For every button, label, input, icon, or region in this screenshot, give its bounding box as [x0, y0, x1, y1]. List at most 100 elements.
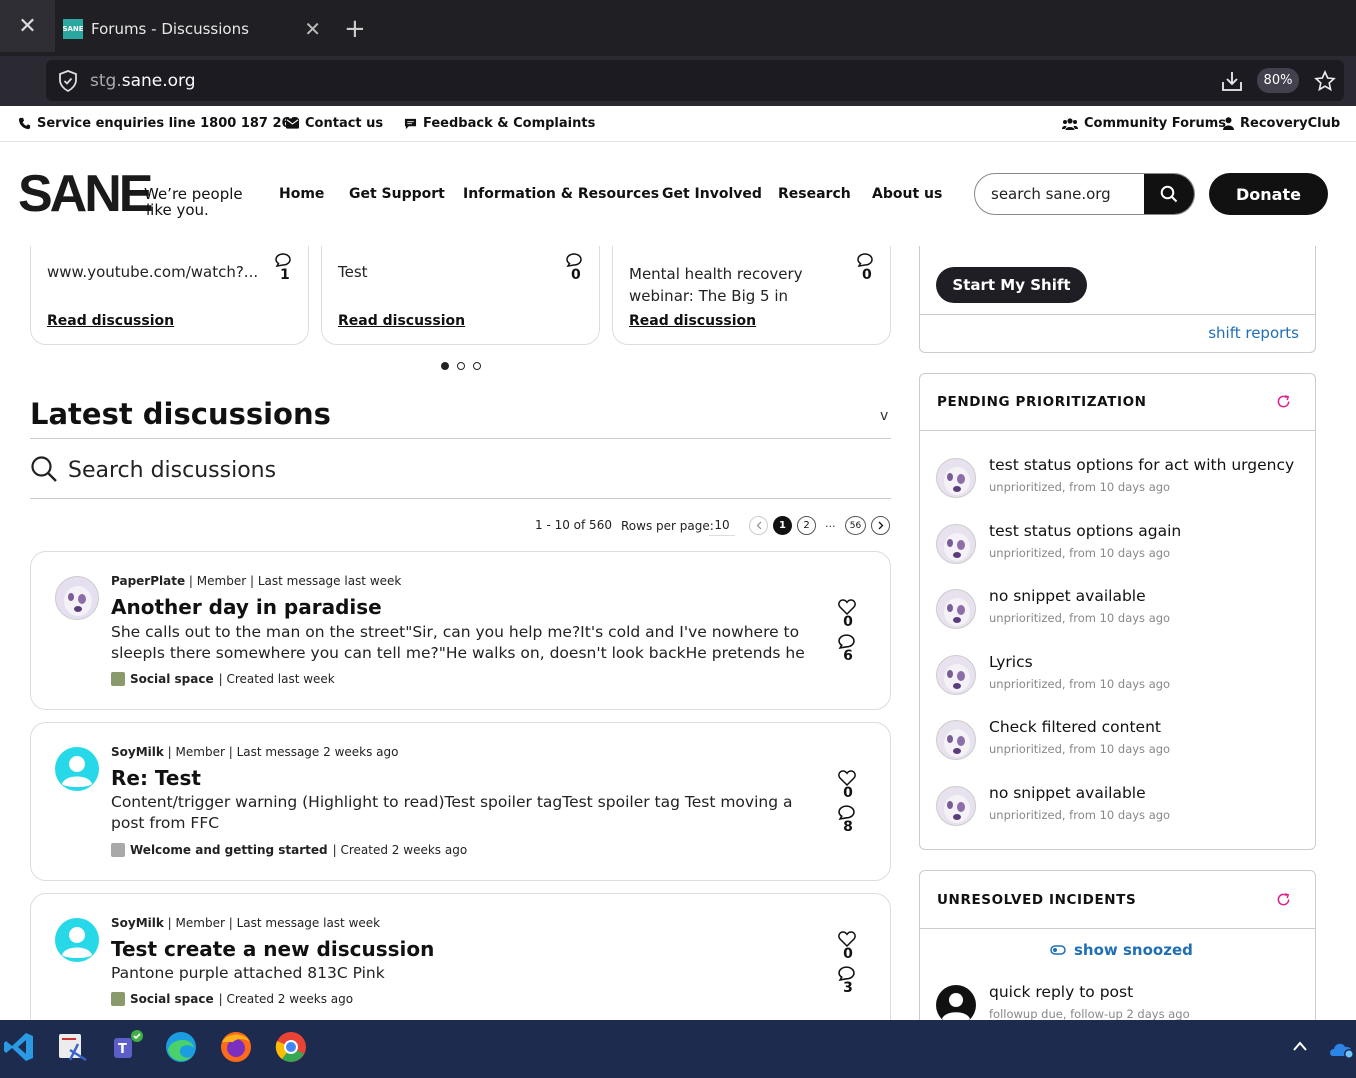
close-icon[interactable]: ✕ — [0, 0, 55, 52]
contact-link[interactable]: Contact us — [286, 116, 383, 131]
discussion-title[interactable]: Another day in paradise — [111, 595, 382, 619]
shift-reports-link[interactable]: shift reports — [1208, 324, 1299, 342]
comment-icon[interactable] — [838, 966, 858, 981]
chevron-up-icon[interactable] — [1292, 1040, 1308, 1052]
discussion-snippet: She calls out to the man on the street"S… — [111, 623, 805, 662]
toggle-icon — [1050, 945, 1066, 955]
collapse-toggle[interactable]: v — [880, 408, 888, 424]
tab-close-icon[interactable]: ✕ — [304, 17, 321, 41]
rows-per-page-select[interactable]: 10 — [709, 514, 735, 536]
community-forums-link[interactable]: Community Forums — [1062, 116, 1226, 131]
firefox-icon[interactable] — [219, 1030, 253, 1064]
avatar — [936, 589, 976, 630]
discussion-title[interactable]: Re: Test — [111, 766, 201, 790]
download-icon[interactable] — [1221, 70, 1243, 92]
sane-logo[interactable]: SANE — [18, 168, 153, 220]
nav-home[interactable]: Home — [279, 186, 324, 202]
author-name[interactable]: SoyMilk — [111, 745, 164, 759]
nav-research[interactable]: Research — [778, 186, 851, 202]
heart-icon[interactable] — [838, 599, 858, 615]
comment-icon[interactable] — [838, 634, 858, 649]
recovery-club-link[interactable]: RecoveryClub — [1223, 116, 1340, 131]
refresh-icon[interactable] — [1276, 892, 1291, 907]
utility-bar: Service enquiries line 1800 187 263 Cont… — [0, 106, 1356, 142]
discussion-card[interactable]: PaperPlate | Member | Last message last … — [30, 551, 891, 710]
carousel-card[interactable]: www.youtube.com/watch?... 1 Read discuss… — [30, 246, 309, 345]
discussion-title[interactable]: Test create a new discussion — [111, 937, 434, 961]
search-icon — [1160, 185, 1178, 203]
site-search-input[interactable]: search sane.org — [975, 174, 1144, 214]
meta-text: | Member | Last message last week — [163, 916, 381, 930]
url-field[interactable]: stg. sane.org — [46, 60, 1344, 101]
heart-icon[interactable] — [838, 770, 858, 786]
page-button[interactable]: 56 — [845, 516, 866, 535]
comment-icon — [857, 253, 873, 267]
avatar — [55, 918, 99, 962]
discussion-card[interactable]: SoyMilk | Member | Last message last wee… — [30, 893, 891, 1020]
pending-item-subtitle: unprioritized, from 10 days ago — [989, 611, 1171, 626]
nav-about-us[interactable]: About us — [872, 186, 942, 202]
prev-page-button[interactable] — [749, 516, 768, 535]
vscode-icon[interactable] — [2, 1030, 36, 1064]
carousel-card[interactable]: Mental health recovery webinar: The Big … — [612, 246, 891, 345]
author-name[interactable]: PaperPlate — [111, 574, 185, 588]
category-link[interactable]: Social space — [130, 992, 214, 1006]
tagline: We’re people like you. — [144, 186, 243, 218]
users-icon — [1062, 117, 1078, 130]
chat-icon — [404, 118, 417, 130]
read-discussion-link[interactable]: Read discussion — [338, 313, 465, 329]
browser-tab[interactable]: SANE Forums - Discussions ✕ — [55, 6, 333, 52]
heart-icon[interactable] — [838, 931, 858, 947]
site-search[interactable]: search sane.org — [974, 173, 1195, 215]
avatar — [936, 985, 976, 1020]
pending-item-subtitle: unprioritized, from 10 days ago — [989, 545, 1171, 560]
zoom-level[interactable]: 80% — [1257, 68, 1299, 93]
phone-link[interactable]: Service enquiries line 1800 187 263 — [18, 116, 300, 131]
category-link[interactable]: Welcome and getting started — [130, 843, 328, 857]
start-shift-button[interactable]: Start My Shift — [936, 267, 1087, 303]
pending-item-subtitle: unprioritized, from 10 days ago — [989, 480, 1171, 494]
refresh-icon[interactable] — [1276, 394, 1291, 409]
panel-title: PENDING PRIORITIZATION — [937, 394, 1147, 410]
carousel-dot[interactable] — [473, 362, 481, 370]
chrome-icon[interactable] — [274, 1030, 308, 1064]
carousel-dot-active[interactable] — [441, 362, 449, 370]
nav-get-involved[interactable]: Get Involved — [662, 186, 762, 202]
carousel-comment-count: 1 — [280, 267, 290, 283]
carousel-card[interactable]: Test 0 Read discussion — [321, 246, 600, 345]
nav-get-support[interactable]: Get Support — [349, 186, 445, 202]
discussion-card[interactable]: SoyMilk | Member | Last message 2 weeks … — [30, 722, 891, 881]
onedrive-icon[interactable] — [1329, 1038, 1355, 1060]
nav-information-resources[interactable]: Information & Resources — [463, 186, 659, 202]
donate-button[interactable]: Donate — [1209, 173, 1328, 215]
url-prefix: stg. — [90, 70, 122, 91]
avatar — [936, 654, 976, 695]
discussion-category: Social space | Created 2 weeks ago — [111, 992, 353, 1006]
read-discussion-link[interactable]: Read discussion — [47, 313, 174, 329]
discussion-search-input[interactable]: Search discussions — [68, 458, 276, 483]
feedback-link[interactable]: Feedback & Complaints — [404, 116, 595, 131]
page-button[interactable]: 2 — [797, 516, 816, 535]
svg-text:T: T — [118, 1042, 127, 1057]
teams-icon[interactable]: T — [110, 1030, 144, 1064]
new-tab-icon[interactable]: + — [344, 14, 366, 44]
page-button-current[interactable]: 1 — [773, 516, 792, 535]
edge-icon[interactable] — [164, 1030, 198, 1064]
avatar — [55, 576, 99, 620]
star-icon[interactable] — [1314, 70, 1336, 92]
carousel-dot[interactable] — [457, 362, 465, 370]
created-text: | Created last week — [218, 672, 335, 686]
comment-icon[interactable] — [838, 805, 858, 820]
show-snoozed-label: show snoozed — [1074, 941, 1193, 959]
rows-per-page-label: Rows per page: — [621, 519, 714, 533]
page-ellipsis: ... — [825, 517, 836, 530]
category-link[interactable]: Social space — [130, 672, 214, 686]
search-button[interactable] — [1144, 174, 1194, 214]
read-discussion-link[interactable]: Read discussion — [629, 313, 756, 329]
discussion-meta: PaperPlate | Member | Last message last … — [111, 574, 401, 588]
snipping-tool-icon[interactable] — [56, 1030, 90, 1064]
pending-item-title: test status options again — [989, 521, 1182, 540]
show-snoozed-toggle[interactable]: show snoozed — [1050, 941, 1193, 959]
author-name[interactable]: SoyMilk — [111, 916, 164, 930]
next-page-button[interactable] — [871, 516, 890, 535]
